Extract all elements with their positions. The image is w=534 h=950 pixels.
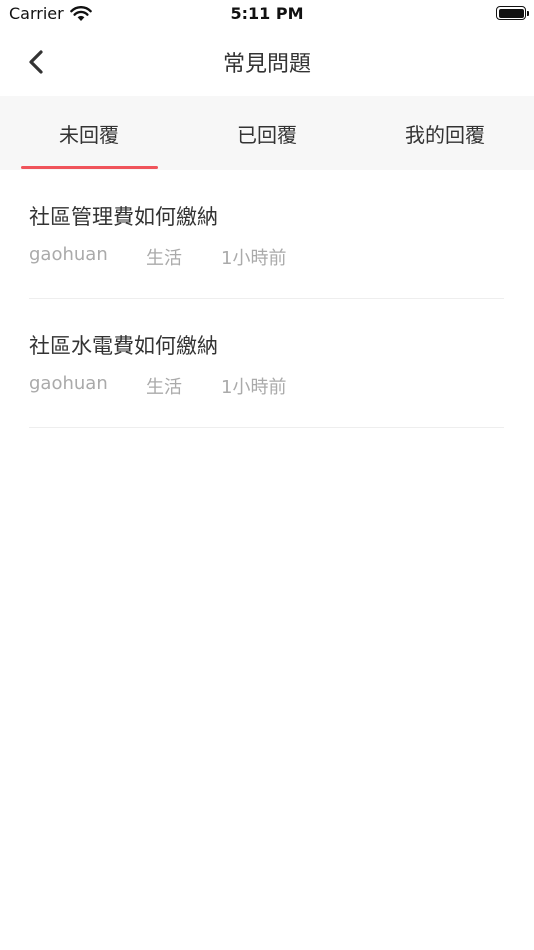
question-title: 社區水電費如何繳納 [29,334,218,358]
question-item[interactable]: 社區水電費如何繳納 gaohuan 生活 1小時前 [29,299,504,428]
navigation-bar: 常見問題 [0,28,534,96]
status-time: 5:11 PM [230,4,304,23]
status-bar: Carrier 5:11 PM [0,0,534,28]
question-author: gaohuan [29,244,108,265]
question-title: 社區管理費如何繳納 [29,205,218,229]
question-list: 社區管理費如何繳納 gaohuan 生活 1小時前 社區水電費如何繳納 gaoh… [0,170,534,428]
question-category: 生活 [146,377,182,398]
tab-my-replies[interactable]: 我的回覆 [356,96,534,170]
battery-level [498,8,524,18]
question-time: 1小時前 [221,248,287,269]
tab-my-replies-label: 我的回覆 [405,122,485,147]
active-tab-indicator [21,166,158,169]
question-meta: gaohuan 生活 1小時前 [29,244,286,270]
page-title: 常見問題 [222,52,311,77]
tab-bar: 未回覆 已回覆 我的回覆 [0,96,534,170]
tab-answered[interactable]: 已回覆 [178,96,356,170]
tab-unanswered-label: 未回覆 [59,122,119,147]
battery-icon [496,6,529,20]
question-meta: gaohuan 生活 1小時前 [29,373,286,399]
question-item[interactable]: 社區管理費如何繳納 gaohuan 生活 1小時前 [29,170,504,299]
question-time: 1小時前 [221,377,287,398]
question-author: gaohuan [29,373,108,394]
question-category: 生活 [146,248,182,269]
tab-answered-label: 已回覆 [237,122,297,147]
tab-unanswered[interactable]: 未回覆 [0,96,178,170]
